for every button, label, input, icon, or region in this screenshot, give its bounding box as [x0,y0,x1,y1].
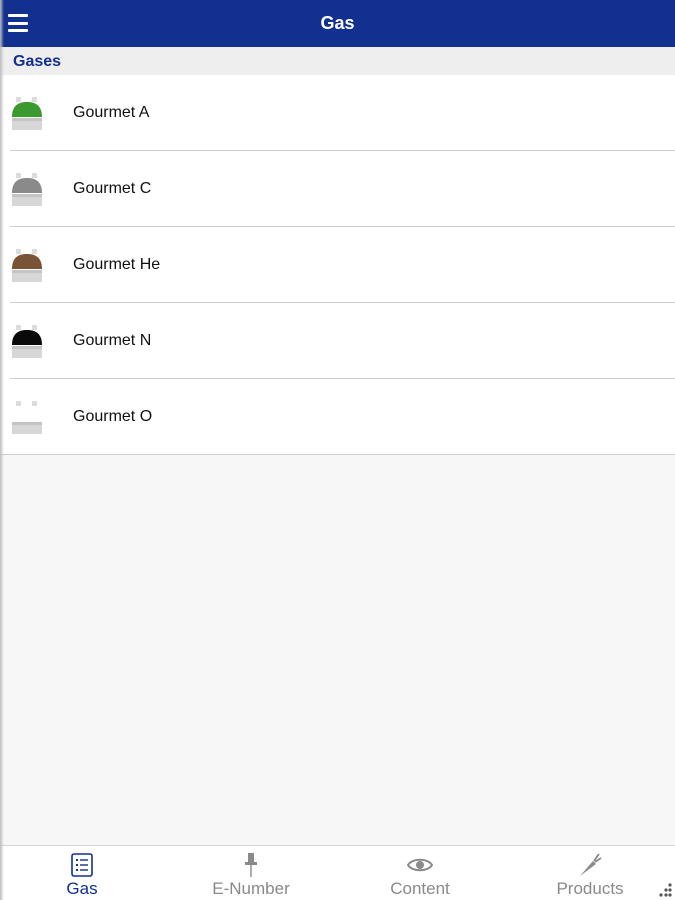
list-item-gourmet-o[interactable]: Gourmet O [0,379,675,455]
list-item-gourmet-c[interactable]: Gourmet C [0,151,675,227]
navigation-bar: Gas [0,0,675,47]
page-title: Gas [320,13,355,33]
cylinder-icon [11,401,43,434]
tab-label: Gas [66,879,98,898]
tab-label: E-Number [212,879,290,898]
cylinder-icon [12,249,42,282]
tab-gas[interactable]: Gas [22,852,142,900]
tab-bar: Gas E-Number Content Products [0,845,675,900]
list-item-gourmet-n[interactable]: Gourmet N [0,303,675,379]
list-item-label: Gourmet He [73,256,161,273]
resize-grip-icon[interactable] [657,882,673,898]
tab-label: Content [390,879,450,898]
carrot-icon [580,853,602,876]
list-item-gourmet-he[interactable]: Gourmet He [0,227,675,303]
tab-label: Products [556,879,624,898]
cylinder-icon [12,325,42,358]
list-icon [71,853,93,877]
list-item-gourmet-a[interactable]: Gourmet A [0,75,675,151]
list-item-label: Gourmet A [73,104,150,121]
hamburger-menu-icon[interactable] [8,14,28,32]
tab-products[interactable]: Products [530,852,650,900]
cylinder-icon [12,173,42,206]
tab-e-number[interactable]: E-Number [191,852,311,900]
list-item-label: Gourmet O [73,408,153,425]
pin-icon [245,853,257,877]
cylinder-icon [12,97,42,130]
app-screen: Gas Gases Gourmet A Gourmet C Gourmet He… [0,0,675,900]
list-item-label: Gourmet C [73,180,152,197]
gas-list: Gourmet A Gourmet C Gourmet He Gourmet N… [0,75,675,455]
list-item-label: Gourmet N [73,332,152,349]
section-header-gases: Gases [0,47,675,75]
left-edge-shadow [0,0,4,900]
tab-content[interactable]: Content [360,852,480,900]
eye-icon [407,858,433,872]
